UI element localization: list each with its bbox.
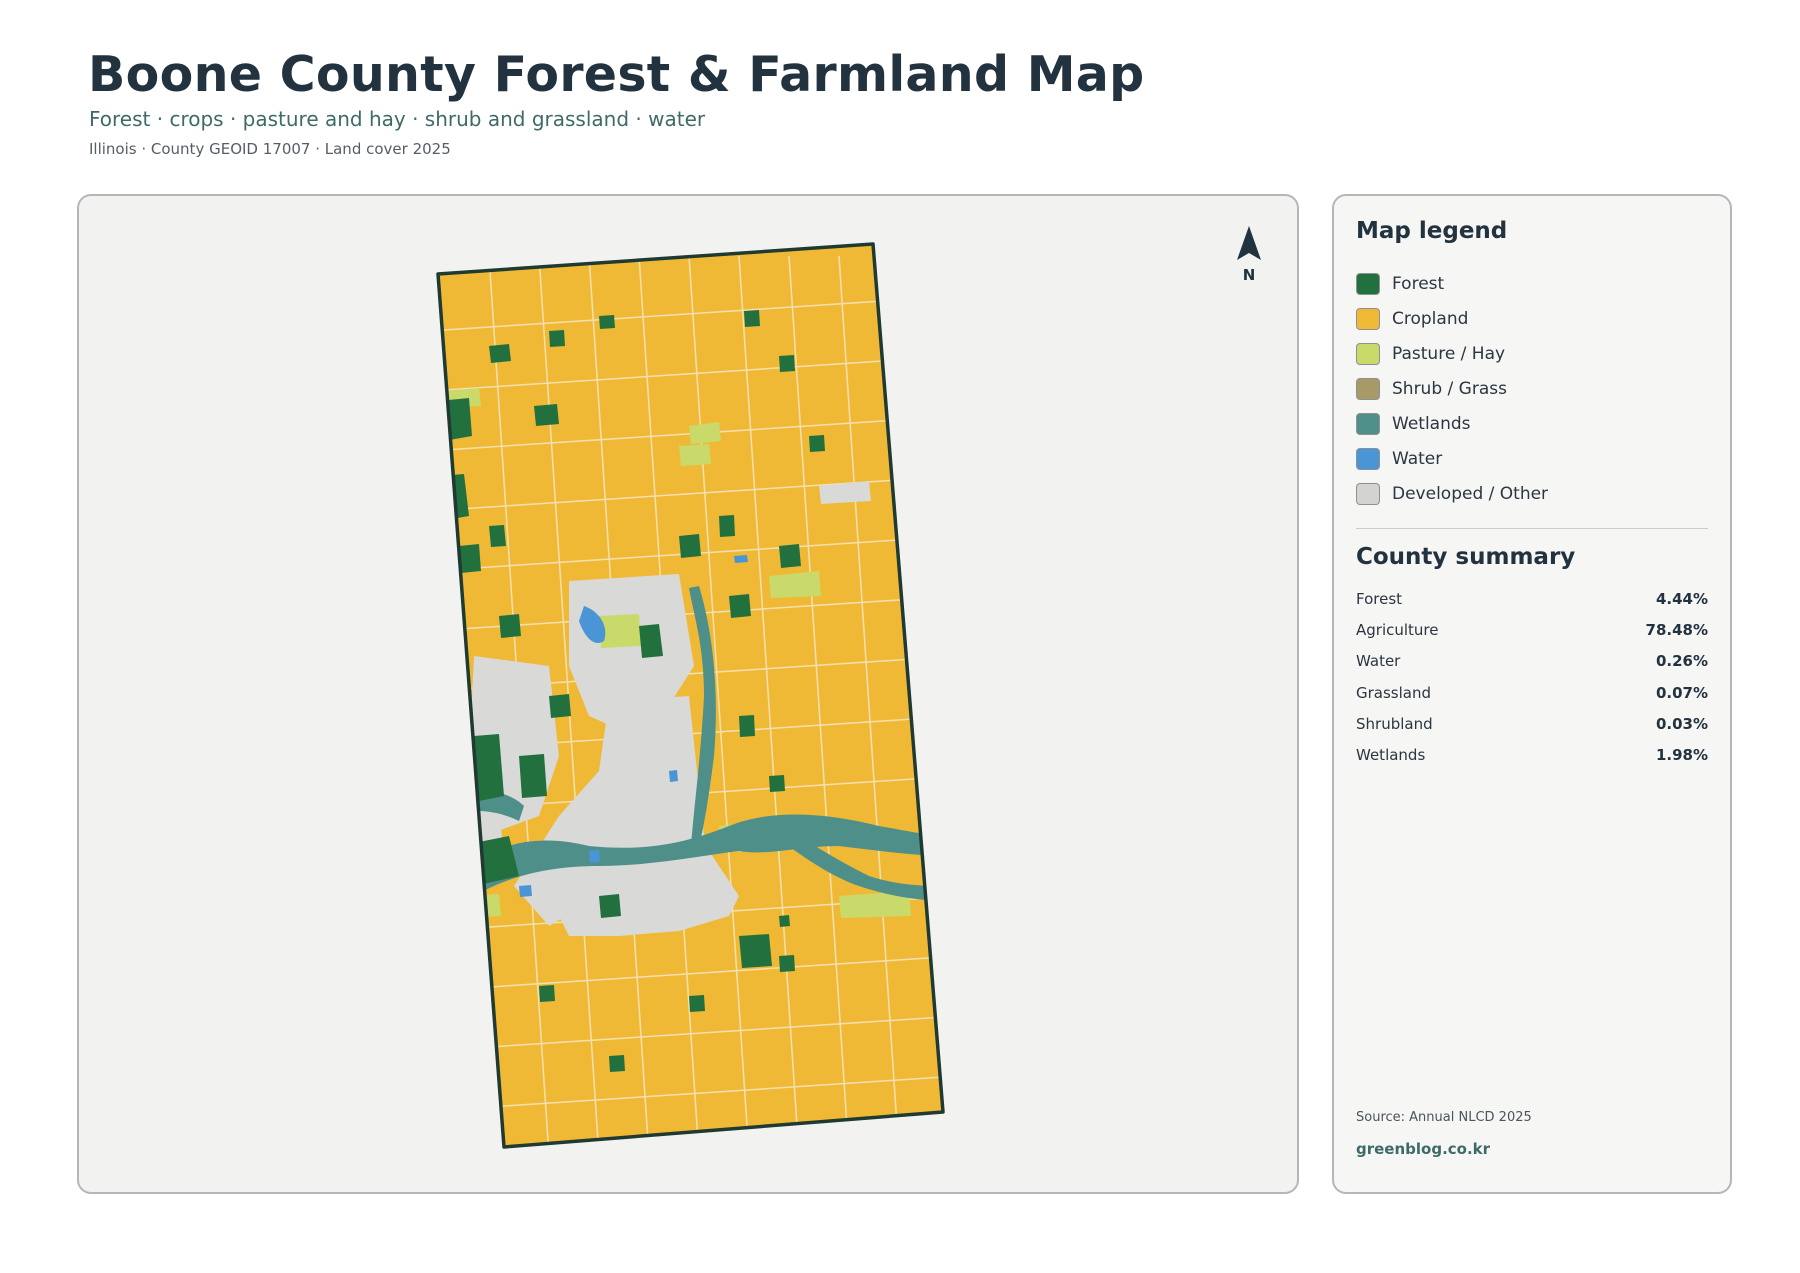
legend-item-developed: Developed / Other <box>1356 476 1548 511</box>
legend-label: Developed / Other <box>1392 483 1549 504</box>
legend-swatch-wetlands <box>1356 412 1380 435</box>
source-note: Source: Annual NLCD 2025 <box>1356 1110 1532 1125</box>
summary-label: Shrubland <box>1356 714 1433 733</box>
legend-swatch-cropland <box>1356 307 1380 330</box>
summary-label: Wetlands <box>1356 746 1426 765</box>
summary-title: County summary <box>1356 544 1576 570</box>
summary-value: 78.48% <box>1645 620 1708 639</box>
legend-label: Pasture / Hay <box>1392 343 1506 364</box>
summary-row-water: Water 0.26% <box>1356 646 1708 677</box>
summary-value: 1.98% <box>1655 746 1708 765</box>
county-map[interactable] <box>79 196 1299 1194</box>
summary-label: Agriculture <box>1356 620 1439 639</box>
legend-swatch-developed <box>1356 482 1380 505</box>
summary-label: Grassland <box>1356 683 1431 702</box>
legend-swatch-water <box>1356 447 1380 470</box>
legend-item-pasture: Pasture / Hay <box>1356 336 1548 371</box>
legend-swatch-forest <box>1356 272 1380 295</box>
legend-label: Cropland <box>1392 308 1469 329</box>
legend-item-water: Water <box>1356 441 1548 476</box>
summary-row-forest: Forest 4.44% <box>1356 583 1708 614</box>
summary-row-wetlands: Wetlands 1.98% <box>1356 739 1708 770</box>
credit-link[interactable]: greenblog.co.kr <box>1356 1140 1490 1158</box>
north-arrow: N <box>1229 226 1269 284</box>
page-meta: Illinois · County GEOID 17007 · Land cov… <box>89 140 451 158</box>
legend-label: Wetlands <box>1392 413 1471 434</box>
page-title: Boone County Forest & Farmland Map <box>88 46 1145 103</box>
summary-row-grassland: Grassland 0.07% <box>1356 677 1708 708</box>
legend-title: Map legend <box>1356 218 1508 244</box>
summary-value: 0.03% <box>1655 714 1708 733</box>
legend-label: Forest <box>1392 273 1445 294</box>
legend-swatch-shrub <box>1356 377 1380 400</box>
legend-item-cropland: Cropland <box>1356 301 1548 336</box>
summary-value: 0.07% <box>1655 683 1708 702</box>
legend-swatch-pasture <box>1356 342 1380 365</box>
summary-label: Water <box>1356 652 1401 671</box>
north-arrow-icon <box>1237 226 1261 260</box>
summary-row-shrubland: Shrubland 0.03% <box>1356 708 1708 739</box>
summary-row-agriculture: Agriculture 78.48% <box>1356 614 1708 645</box>
summary-value: 4.44% <box>1655 589 1708 608</box>
panel-divider <box>1356 528 1708 529</box>
legend-item-wetlands: Wetlands <box>1356 406 1548 441</box>
legend-label: Water <box>1392 448 1443 469</box>
summary-value: 0.26% <box>1655 652 1708 671</box>
legend-list: Forest Cropland Pasture / Hay Shrub / Gr… <box>1356 266 1548 511</box>
page-subtitle: Forest · crops · pasture and hay · shrub… <box>89 107 706 131</box>
map-panel[interactable]: N <box>77 194 1299 1194</box>
summary-label: Forest <box>1356 589 1403 608</box>
summary-table: Forest 4.44% Agriculture 78.48% Water 0.… <box>1356 583 1708 771</box>
north-label: N <box>1242 266 1256 284</box>
legend-item-shrub: Shrub / Grass <box>1356 371 1548 406</box>
legend-label: Shrub / Grass <box>1392 378 1507 399</box>
legend-item-forest: Forest <box>1356 266 1548 301</box>
side-panel: Map legend Forest Cropland Pasture / Hay… <box>1332 194 1732 1194</box>
